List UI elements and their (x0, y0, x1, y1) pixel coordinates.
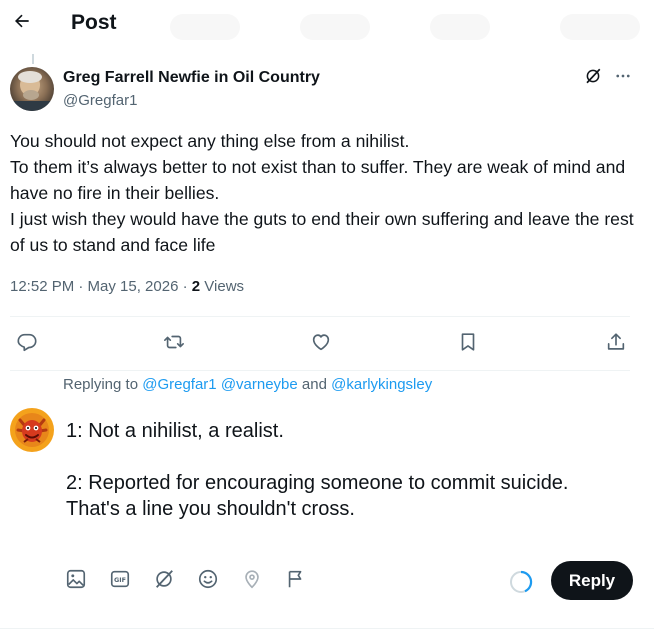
ghost-tab (170, 14, 240, 40)
bookmark-icon (457, 331, 479, 358)
composer-line: 2: Reported for encouraging someone to c… (66, 472, 569, 520)
post-text-line: You should not expect any thing else fro… (10, 131, 410, 151)
reply-submit-button[interactable]: Reply (551, 561, 633, 600)
grok-button[interactable] (583, 68, 603, 88)
post-action-bar (0, 326, 654, 362)
back-button[interactable] (8, 9, 36, 37)
divider (10, 316, 630, 317)
emoji-button[interactable] (196, 569, 220, 593)
post-text-line: To them it’s always better to not exist … (10, 157, 626, 203)
replying-joiner: and (297, 376, 332, 393)
repost-action-button[interactable] (162, 332, 186, 356)
ghost-tab (560, 14, 640, 40)
ghost-tab (300, 14, 370, 40)
bookmark-action-button[interactable] (456, 332, 480, 356)
flag-button[interactable] (284, 569, 308, 593)
character-count-ring (508, 569, 534, 595)
grok-tool-button[interactable] (152, 569, 176, 593)
thread-connector (32, 54, 34, 64)
header-bar: Post (0, 0, 654, 50)
user-avatar[interactable] (10, 408, 54, 452)
composer-blank-line (66, 444, 606, 470)
post-text-line: I just wish they would have the guts to … (10, 209, 634, 255)
repost-icon (163, 331, 185, 358)
replying-prefix: Replying to (63, 376, 143, 393)
author-avatar[interactable] (10, 67, 54, 111)
more-icon (614, 67, 632, 90)
author-name[interactable]: Greg Farrell Newfie in Oil Country (63, 69, 320, 87)
reply-icon (16, 331, 38, 358)
author-handle[interactable]: @Gregfar1 (63, 92, 137, 109)
views-count: 2 (191, 278, 201, 295)
composer-line: 1: Not a nihilist, a realist. (66, 420, 284, 442)
mention-link[interactable]: @varneybe (221, 376, 298, 393)
location-icon (241, 568, 263, 595)
meta-separator: · (178, 278, 192, 295)
heart-icon (310, 331, 332, 358)
reply-composer[interactable]: 1: Not a nihilist, a realist. 2: Reporte… (66, 418, 606, 522)
media-button[interactable] (64, 569, 88, 593)
gif-button[interactable]: GIF (108, 569, 132, 593)
divider (0, 628, 654, 629)
arrow-left-icon (12, 11, 32, 36)
divider (10, 370, 630, 371)
share-action-button[interactable] (604, 332, 628, 356)
views-label: Views (200, 278, 245, 295)
mention-link[interactable]: @karlykingsley (331, 376, 432, 393)
svg-text:GIF: GIF (114, 576, 126, 584)
emoji-icon (197, 568, 219, 595)
more-options-button[interactable] (612, 68, 634, 88)
post-meta: 12:52 PM · May 15, 2026 · 2 Views (10, 278, 244, 295)
gif-icon: GIF (109, 568, 131, 595)
reply-action-button[interactable] (15, 332, 39, 356)
ghost-tab (430, 14, 490, 40)
grok-icon (584, 67, 602, 90)
like-action-button[interactable] (309, 332, 333, 356)
mention-link[interactable]: @Gregfar1 (142, 376, 216, 393)
flag-icon (285, 568, 307, 595)
replying-to: Replying to @Gregfar1 @varneybe and @kar… (63, 376, 432, 393)
image-icon (65, 568, 87, 595)
post-text: You should not expect any thing else fro… (10, 128, 640, 258)
post-timestamp[interactable]: 12:52 PM · May 15, 2026 (10, 278, 178, 295)
page-title: Post (71, 11, 117, 34)
share-icon (605, 331, 627, 358)
location-button[interactable] (240, 569, 264, 593)
grok-icon (153, 568, 175, 595)
